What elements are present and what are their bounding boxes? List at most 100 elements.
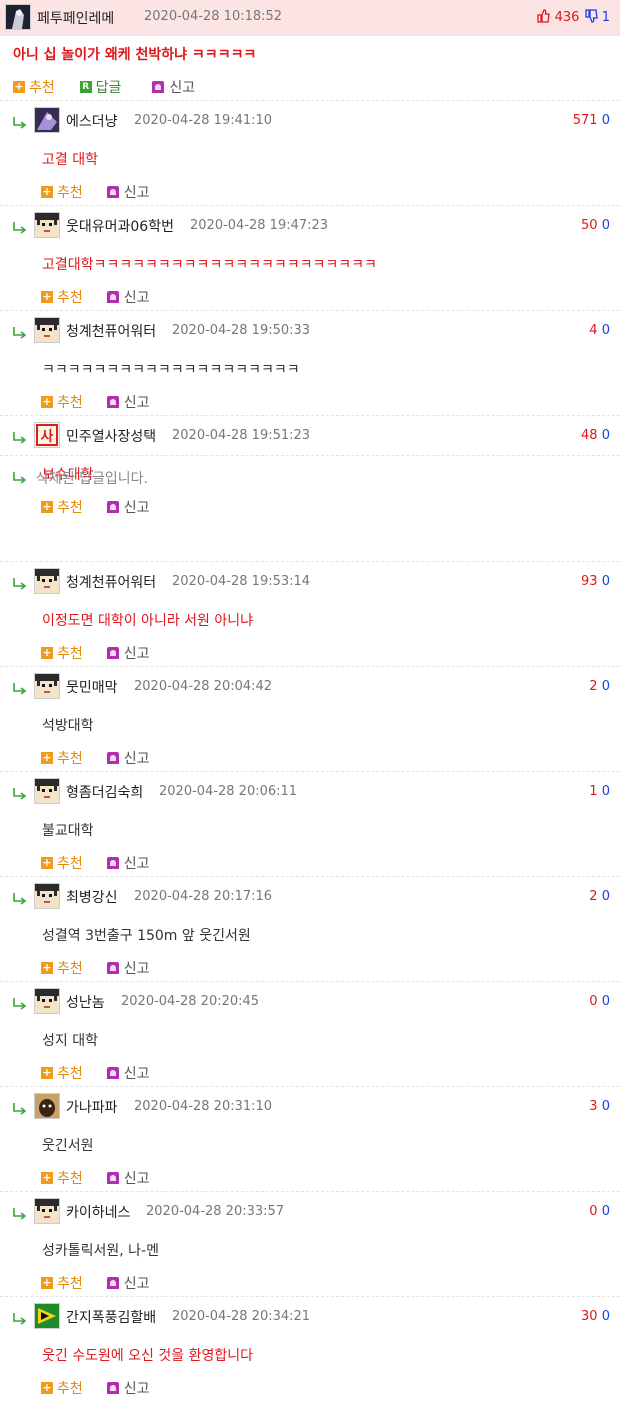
post-header: 페투페인레메 2020-04-28 10:18:52 436 1 [0, 0, 620, 36]
comment-nickname[interactable]: 청계천퓨어워터 [66, 321, 156, 341]
comment-report-button[interactable]: 신고 [106, 960, 150, 977]
comment-recommend-button[interactable]: + 추천 [41, 289, 83, 306]
comment-upvote-count[interactable]: 2 [589, 889, 597, 904]
dog-photo-avatar[interactable] [34, 1093, 60, 1119]
comment-downvote-count[interactable]: 0 [602, 784, 610, 799]
comment-upvote-count[interactable]: 4 [589, 323, 597, 338]
comment-report-button[interactable]: 신고 [106, 289, 150, 306]
post-downvote-count: 1 [601, 10, 610, 25]
comment-upvote-count[interactable]: 571 [573, 113, 598, 128]
plus-icon: + [41, 395, 53, 408]
comment-downvote-count[interactable]: 0 [602, 218, 610, 233]
comment-nickname[interactable]: 형좀더김숙희 [66, 782, 143, 802]
comment-nickname[interactable]: 뭇민매막 [66, 677, 118, 697]
comment-nickname[interactable]: 웃대유머과06학번 [66, 216, 174, 236]
siren-icon [106, 1172, 119, 1184]
comment-recommend-button[interactable]: + 추천 [41, 645, 83, 662]
default-avatar[interactable] [34, 317, 60, 343]
comment-upvote-count[interactable]: 0 [589, 994, 597, 1009]
recommend-label: 추천 [57, 1276, 83, 1292]
post-author-nickname[interactable]: 페투페인레메 [37, 8, 114, 28]
comment-datetime: 2020-04-28 19:47:23 [190, 218, 329, 233]
report-label: 신고 [169, 80, 196, 96]
default-avatar[interactable] [34, 212, 60, 238]
post-upvote-button[interactable]: 436 [536, 9, 583, 25]
comment-recommend-button[interactable]: + 추천 [41, 960, 83, 977]
default-avatar[interactable] [34, 673, 60, 699]
post-author-avatar[interactable] [5, 4, 31, 30]
comment-votes: 2 0 [589, 889, 610, 904]
comment-report-button[interactable]: 신고 [106, 184, 150, 201]
comment-downvote-count[interactable]: 0 [602, 1309, 610, 1324]
comment-nickname[interactable]: 최병강신 [66, 887, 118, 907]
post-recommend-button[interactable]: + 추천 [13, 79, 55, 96]
comment-votes: 30 0 [581, 1309, 610, 1324]
comment-downvote-count[interactable]: 0 [602, 994, 610, 1009]
default-avatar[interactable] [34, 568, 60, 594]
comment-datetime: 2020-04-28 19:41:10 [134, 113, 273, 128]
comment-downvote-count[interactable]: 0 [602, 889, 610, 904]
default-avatar[interactable] [34, 1198, 60, 1224]
comment-recommend-button[interactable]: + 추천 [41, 184, 83, 201]
comment-upvote-count[interactable]: 0 [589, 1204, 597, 1219]
green-triangle-avatar[interactable] [34, 1303, 60, 1329]
comment-recommend-button[interactable]: + 추천 [41, 750, 83, 767]
comment-votes: 50 0 [581, 218, 610, 233]
divider [0, 1296, 620, 1297]
comment-report-button[interactable]: 신고 [106, 394, 150, 411]
comment-report-button[interactable]: 신고 [106, 1275, 150, 1292]
post-reply-button[interactable]: R 답글 [79, 79, 121, 96]
post-report-button[interactable]: 신고 [152, 79, 196, 96]
comment-downvote-count[interactable]: 0 [602, 113, 610, 128]
comment-recommend-button[interactable]: + 추천 [41, 1380, 83, 1397]
comment-nickname[interactable]: 가나파파 [66, 1097, 118, 1117]
comment-report-button[interactable]: 신고 [106, 1170, 150, 1187]
post-downvote-button[interactable]: 1 [584, 9, 610, 25]
comment-report-button[interactable]: 신고 [106, 499, 150, 516]
comment-text: 성카톨릭서원, 나-멘 [42, 1243, 159, 1259]
comment-downvote-count[interactable]: 0 [602, 1204, 610, 1219]
comment-upvote-count[interactable]: 93 [581, 574, 598, 589]
dark-character-avatar[interactable] [34, 107, 60, 133]
default-avatar[interactable] [34, 883, 60, 909]
comment-downvote-count[interactable]: 0 [602, 1099, 610, 1114]
comment-downvote-count[interactable]: 0 [602, 574, 610, 589]
comment-recommend-button[interactable]: + 추천 [41, 1170, 83, 1187]
comment-nickname[interactable]: 성난놈 [66, 992, 105, 1012]
comment-downvote-count[interactable]: 0 [602, 323, 610, 338]
plus-icon: + [41, 1171, 53, 1184]
comment-report-button[interactable]: 신고 [106, 750, 150, 767]
comment-report-button[interactable]: 신고 [106, 1065, 150, 1082]
comment-recommend-button[interactable]: + 추천 [41, 1065, 83, 1082]
divider [0, 666, 620, 667]
comment-nickname[interactable]: 간지폭풍김할배 [66, 1307, 156, 1327]
reply-arrow-icon [11, 786, 29, 800]
deleted-reply-text: 삭제된 답글입니다. [36, 471, 148, 487]
comment-nickname[interactable]: 카이하네스 [66, 1202, 130, 1222]
default-avatar[interactable] [34, 778, 60, 804]
comment-recommend-button[interactable]: + 추천 [41, 855, 83, 872]
default-avatar[interactable] [34, 988, 60, 1014]
comment-report-button[interactable]: 신고 [106, 1380, 150, 1397]
comment-report-button[interactable]: 신고 [106, 645, 150, 662]
comment-nickname[interactable]: 청계천퓨어워터 [66, 572, 156, 592]
comment-downvote-count[interactable]: 0 [602, 428, 610, 443]
comment-upvote-count[interactable]: 50 [581, 218, 598, 233]
comment-upvote-count[interactable]: 1 [589, 784, 597, 799]
comment-upvote-count[interactable]: 48 [581, 428, 598, 443]
comment-report-button[interactable]: 신고 [106, 855, 150, 872]
comment-nickname[interactable]: 민주열사장성택 [66, 426, 156, 446]
comment-recommend-button[interactable]: + 추천 [41, 499, 83, 516]
comment-recommend-button[interactable]: + 추천 [41, 1275, 83, 1292]
red-seal-avatar[interactable]: 사 [34, 422, 60, 448]
comment-upvote-count[interactable]: 2 [589, 679, 597, 694]
comment-upvote-count[interactable]: 30 [581, 1309, 598, 1324]
comment-recommend-button[interactable]: + 추천 [41, 394, 83, 411]
siren-icon [106, 647, 119, 659]
comment-nickname[interactable]: 에스더냥 [66, 111, 118, 131]
comment-downvote-count[interactable]: 0 [602, 679, 610, 694]
recommend-label: 추천 [29, 80, 55, 96]
comment-upvote-count[interactable]: 3 [589, 1099, 597, 1114]
siren-icon [106, 857, 119, 869]
comment-actions: + 추천 신고 [41, 748, 150, 768]
